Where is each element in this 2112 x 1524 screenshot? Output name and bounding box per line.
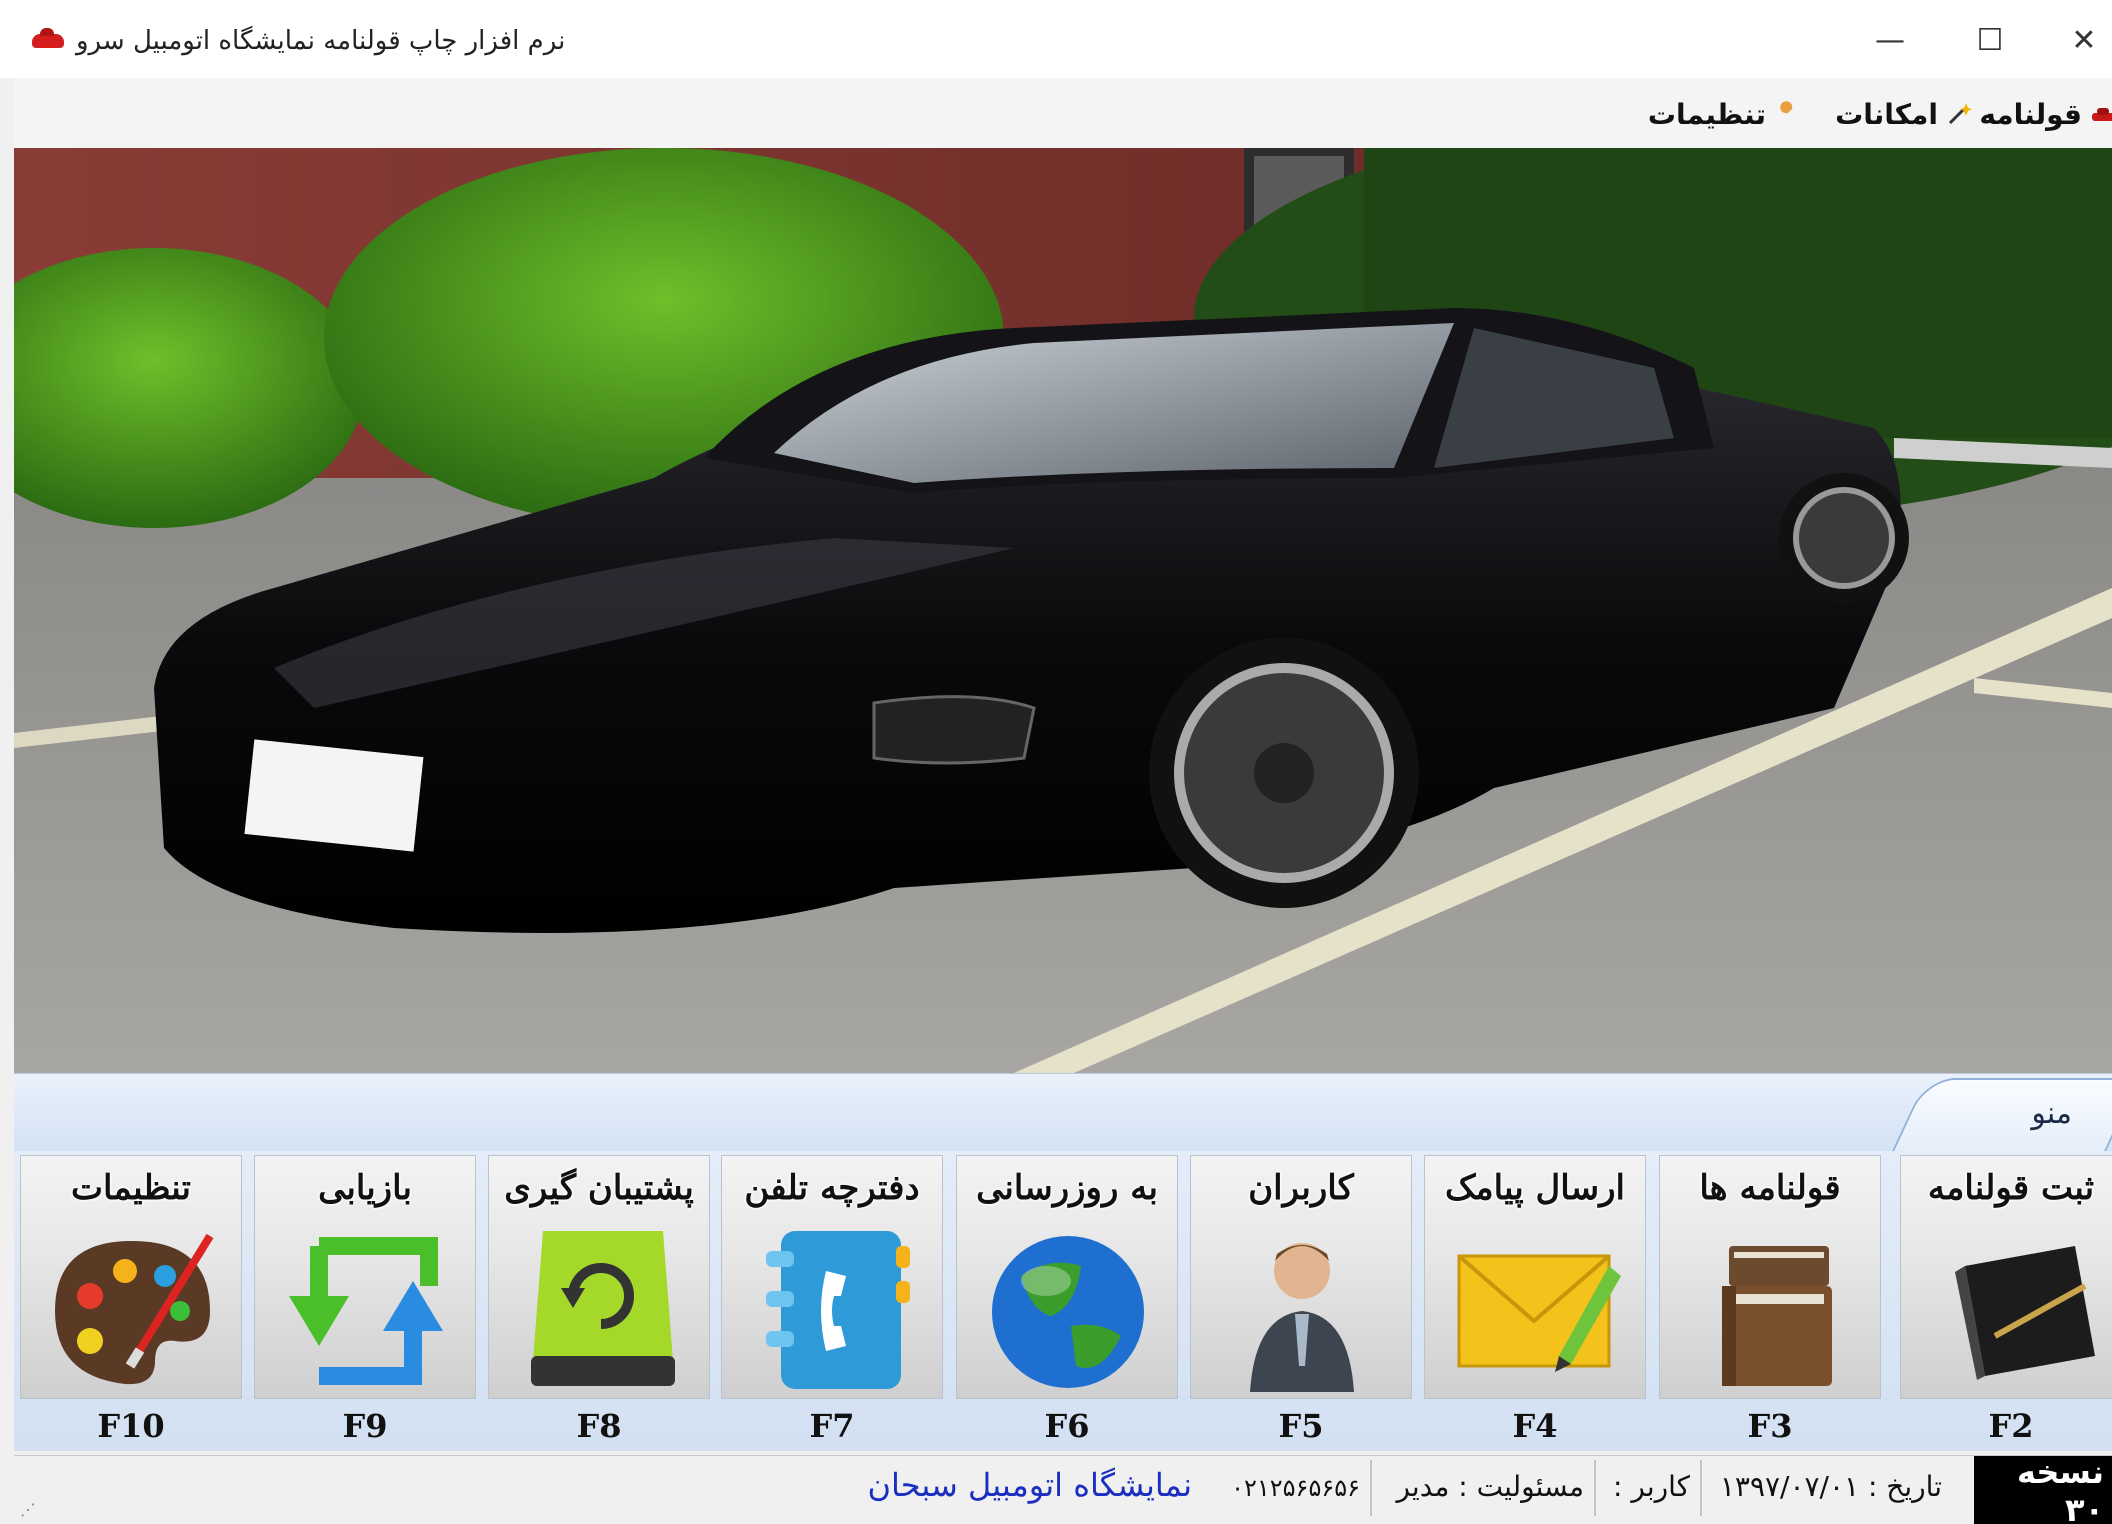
- restore-button[interactable]: بازیابی: [254, 1155, 476, 1399]
- wrench-icon: [1778, 101, 1793, 123]
- status-bar: نسخه ۳۰ تاریخ : ۱۳۹۷/۰۷/۰۱ کاربر : مسئول…: [14, 1453, 2112, 1524]
- users-button[interactable]: کاربران: [1190, 1155, 1412, 1399]
- update-button[interactable]: به روزرسانی: [956, 1155, 1178, 1399]
- phonebook-key: F7: [809, 1407, 855, 1445]
- backup-drive-icon: [531, 1231, 675, 1386]
- notebook-pen-icon: [1955, 1246, 2095, 1380]
- phonebook-button[interactable]: دفترچه تلفن: [721, 1155, 943, 1399]
- version-badge: نسخه ۳۰: [1974, 1453, 2112, 1524]
- title-bar[interactable]: نرم افزار چاپ قولنامه نمایشگاه اتومبیل س…: [0, 0, 2112, 78]
- backup-label: پشتیبان گیری: [504, 1168, 694, 1208]
- menu-item-contract[interactable]: قولنامه: [1979, 94, 2112, 134]
- menu-item-features-label: امکانات: [1835, 97, 1938, 131]
- status-date: تاریخ : ۱۳۹۷/۰۷/۰۱: [1719, 1470, 1942, 1503]
- car-photo: [14, 148, 2112, 1073]
- magic-wand-icon: [1948, 103, 1972, 125]
- update-label: به روزرسانی: [976, 1168, 1158, 1208]
- maximize-button[interactable]: ☐: [1960, 10, 2020, 70]
- books-icon: [1722, 1246, 1832, 1386]
- phonebook-label: دفترچه تلفن: [744, 1168, 920, 1208]
- resize-grip-icon[interactable]: ⋰: [20, 1500, 36, 1519]
- status-business-name: نمایشگاه اتومبیل سبحان: [867, 1466, 1192, 1504]
- send-sms-button[interactable]: ارسال پیامک: [1424, 1155, 1646, 1399]
- status-divider: [1370, 1460, 1372, 1516]
- ribbon-tab-bar: منو: [14, 1073, 2112, 1156]
- close-button[interactable]: ✕: [2054, 10, 2112, 70]
- update-key: F6: [1044, 1407, 1090, 1445]
- tab-menu-label: منو: [2031, 1096, 2072, 1131]
- menu-item-settings[interactable]: تنظیمات: [1648, 94, 1800, 134]
- ribbon-panel: ثبت قولنامه F2 قولنامه ها F3 ارسال پیامک: [14, 1151, 2112, 1451]
- send-sms-label: ارسال پیامک: [1445, 1168, 1625, 1208]
- menu-item-settings-label: تنظیمات: [1647, 97, 1766, 131]
- status-divider: [1700, 1460, 1702, 1516]
- backup-key: F8: [576, 1407, 622, 1445]
- palette-icon: [55, 1233, 214, 1385]
- menu-item-features[interactable]: امکانات: [1835, 94, 1972, 134]
- app-car-icon: [32, 28, 64, 48]
- settings-button[interactable]: تنظیمات: [20, 1155, 242, 1399]
- status-divider: [1594, 1460, 1596, 1516]
- restore-arrows-icon: [289, 1237, 443, 1385]
- menu-item-contract-label: قولنامه: [1979, 97, 2082, 131]
- minimize-button[interactable]: —: [1860, 10, 1920, 70]
- restore-label: بازیابی: [318, 1168, 412, 1208]
- status-phone: ۰۲۱۲۵۶۵۶۵۶: [1231, 1474, 1360, 1502]
- register-contract-key: F2: [1988, 1407, 2034, 1445]
- contracts-button[interactable]: قولنامه ها: [1659, 1155, 1881, 1399]
- user-icon: [1250, 1243, 1354, 1392]
- backup-button[interactable]: پشتیبان گیری: [488, 1155, 710, 1399]
- menu-bar: قولنامه امکانات تنظیمات: [14, 78, 2112, 148]
- phonebook-icon: [766, 1231, 910, 1389]
- globe-icon: [992, 1236, 1144, 1388]
- register-contract-button[interactable]: ثبت قولنامه: [1900, 1155, 2112, 1399]
- send-sms-key: F4: [1512, 1407, 1558, 1445]
- contracts-label: قولنامه ها: [1699, 1168, 1841, 1208]
- window-title: نرم افزار چاپ قولنامه نمایشگاه اتومبیل س…: [76, 26, 566, 56]
- restore-key: F9: [342, 1407, 388, 1445]
- car-icon: [2092, 108, 2112, 121]
- app-window: نرم افزار چاپ قولنامه نمایشگاه اتومبیل س…: [0, 0, 2112, 1524]
- users-label: کاربران: [1248, 1168, 1354, 1208]
- status-role: مسئولیت : مدیر: [1396, 1470, 1584, 1503]
- tab-menu[interactable]: [1889, 1078, 2112, 1156]
- status-user: کاربر :: [1613, 1470, 1690, 1503]
- settings-label: تنظیمات: [71, 1168, 191, 1208]
- settings-key: F10: [97, 1407, 165, 1445]
- users-key: F5: [1278, 1407, 1324, 1445]
- register-contract-label: ثبت قولنامه: [1927, 1168, 2095, 1208]
- envelope-pencil-icon: [1457, 1254, 1621, 1372]
- contracts-key: F3: [1747, 1407, 1793, 1445]
